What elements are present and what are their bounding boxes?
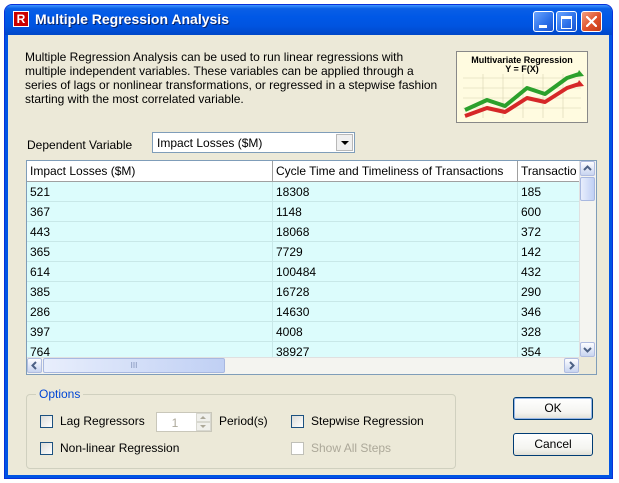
dependent-variable-dropdown[interactable]: Impact Losses ($M) [152,132,355,153]
table-row[interactable]: 443 18068 372 [27,221,585,242]
table-row[interactable]: 286 14630 346 [27,301,585,322]
periods-value: 1 [171,416,179,430]
lag-regressors-label[interactable]: Lag Regressors [60,414,145,428]
column-header[interactable]: Impact Losses ($M) [27,161,273,182]
table-cell[interactable]: 328 [517,321,585,342]
column-header[interactable]: Cycle Time and Timeliness of Transaction… [272,161,518,182]
options-legend: Options [36,387,84,401]
data-table: Impact Losses ($M) Cycle Time and Timeli… [27,161,585,362]
table-cell[interactable]: 100484 [272,261,518,282]
horizontal-scroll-thumb[interactable]: III [43,358,225,373]
table-row[interactable]: 397 4008 328 [27,321,585,342]
table-row[interactable]: 367 1148 600 [27,201,585,222]
table-cell[interactable]: 432 [517,261,585,282]
table-cell[interactable]: 1148 [272,201,518,222]
table-cell[interactable]: 16728 [272,281,518,302]
table-cell[interactable]: 286 [27,301,273,322]
column-header[interactable]: Transactio [517,161,585,182]
title-bar[interactable]: R Multiple Regression Analysis [5,5,612,35]
data-grid[interactable]: Impact Losses ($M) Cycle Time and Timeli… [26,160,597,375]
table-cell[interactable]: 614 [27,261,273,282]
minimize-button[interactable] [533,11,554,32]
chevron-left-icon [31,361,37,370]
dependent-variable-label: Dependent Variable [27,138,133,152]
scroll-right-button[interactable] [564,358,579,373]
table-cell[interactable]: 18068 [272,221,518,242]
scroll-down-button[interactable] [580,342,595,357]
chevron-right-icon [569,361,575,370]
table-cell[interactable]: 185 [517,181,585,202]
table-row[interactable]: 385 16728 290 [27,281,585,302]
stepwise-regression-checkbox[interactable] [291,415,304,428]
table-cell[interactable]: 367 [27,201,273,222]
table-row[interactable]: 365 7729 142 [27,241,585,262]
show-all-steps-checkbox [291,442,304,455]
table-cell[interactable]: 14630 [272,301,518,322]
chevron-down-icon [583,347,592,353]
lag-regressors-checkbox[interactable] [40,415,53,428]
horizontal-scrollbar[interactable]: III [27,357,579,374]
chevron-up-icon [583,165,592,171]
nonlinear-regression-label[interactable]: Non-linear Regression [60,441,179,455]
table-cell[interactable]: 142 [517,241,585,262]
multivariate-regression-logo: Multivariate Regression Y = F(X) [456,51,588,123]
table-row[interactable]: 521 18308 185 [27,181,585,202]
stepwise-regression-label[interactable]: Stepwise Regression [311,414,424,428]
table-cell[interactable]: 372 [517,221,585,242]
table-cell[interactable]: 4008 [272,321,518,342]
cancel-button[interactable]: Cancel [513,433,593,456]
table-cell[interactable]: 443 [27,221,273,242]
stepper-up-button[interactable] [196,413,211,422]
show-all-steps-label: Show All Steps [311,441,392,455]
scroll-left-button[interactable] [27,358,42,373]
table-cell[interactable]: 346 [517,301,585,322]
app-logo-icon: R [13,11,29,27]
table-cell[interactable]: 600 [517,201,585,222]
table-row[interactable]: 614 100484 432 [27,261,585,282]
nonlinear-regression-checkbox[interactable] [40,442,53,455]
table-cell[interactable]: 7729 [272,241,518,262]
options-group: Options Lag Regressors 1 Period(s) Stepw… [26,387,456,469]
chevron-down-icon[interactable] [336,134,353,151]
description-text: Multiple Regression Analysis can be used… [25,50,438,106]
dependent-variable-value: Impact Losses ($M) [157,136,263,150]
maximize-button[interactable] [556,11,577,32]
regression-graph-icon [463,70,584,118]
stepper-down-button[interactable] [196,422,211,431]
table-cell[interactable]: 18308 [272,181,518,202]
window-title: Multiple Regression Analysis [35,11,229,27]
dialog-content: Multiple Regression Analysis can be used… [8,35,609,475]
vertical-scroll-thumb[interactable] [580,177,595,201]
table-header-row: Impact Losses ($M) Cycle Time and Timeli… [27,161,585,182]
periods-label: Period(s) [219,414,268,428]
scrollbar-corner [579,357,596,374]
table-cell[interactable]: 385 [27,281,273,302]
scroll-up-button[interactable] [580,161,595,176]
vertical-scrollbar[interactable] [579,161,596,357]
table-cell[interactable]: 521 [27,181,273,202]
table-cell[interactable]: 397 [27,321,273,342]
dialog-window: R Multiple Regression Analysis Multiple … [4,4,613,479]
table-cell[interactable]: 365 [27,241,273,262]
periods-stepper[interactable]: 1 [156,412,212,432]
ok-button[interactable]: OK [513,397,593,420]
close-icon [586,16,597,27]
table-cell[interactable]: 290 [517,281,585,302]
close-button[interactable] [581,11,602,32]
